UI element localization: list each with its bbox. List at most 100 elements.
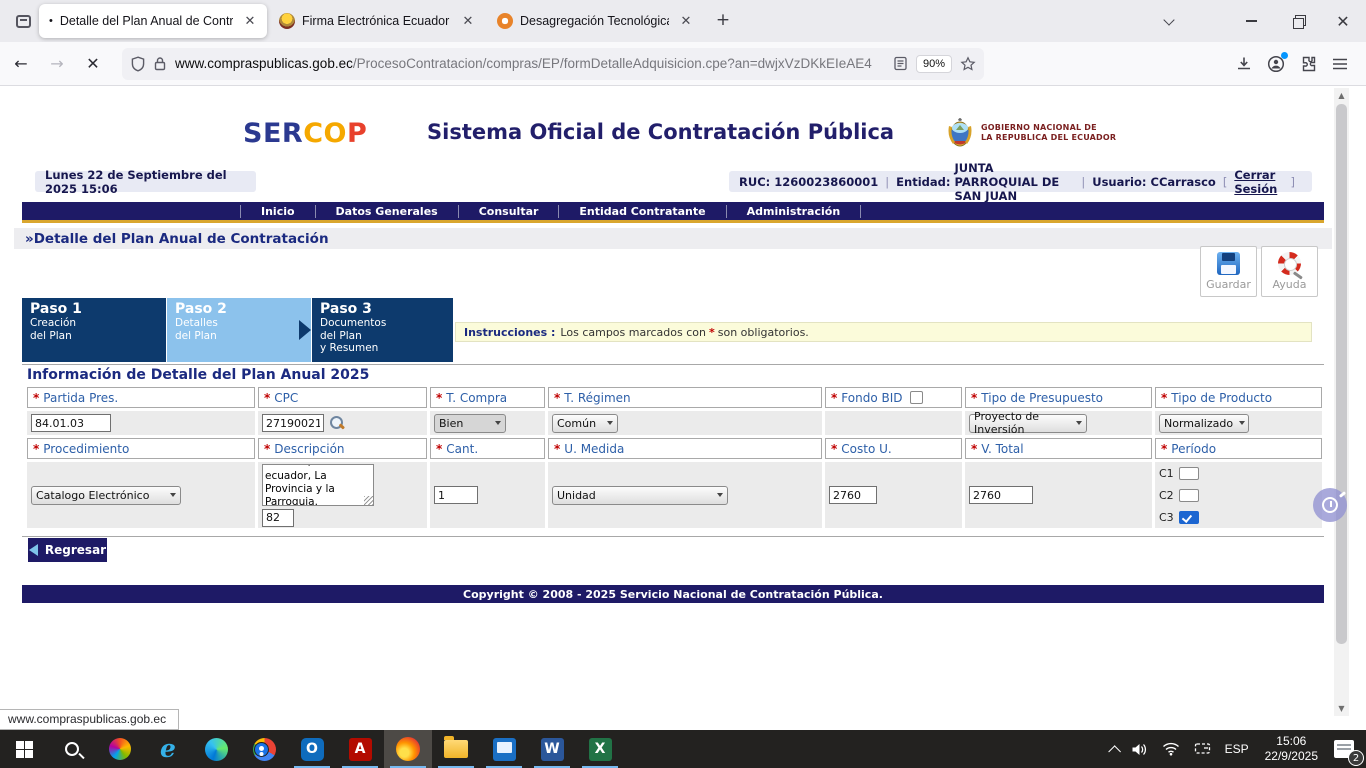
window-restore-button[interactable] bbox=[1274, 0, 1320, 42]
reader-mode-icon[interactable] bbox=[893, 56, 908, 71]
firefox-view-icon[interactable] bbox=[8, 7, 38, 35]
taskbar-outlook-button[interactable]: O bbox=[288, 730, 336, 768]
regresar-button[interactable]: Regresar bbox=[28, 538, 107, 562]
descripcion-textarea[interactable]: ecuador, La Provincia y la Parroquia. ec… bbox=[262, 464, 374, 506]
vertical-scrollbar[interactable]: ▲ ▼ bbox=[1334, 88, 1349, 716]
breadcrumb: »Detalle del Plan Anual de Contratación bbox=[25, 231, 329, 247]
taskbar-word-button[interactable]: W bbox=[528, 730, 576, 768]
tab-close-icon[interactable]: ✕ bbox=[677, 12, 695, 30]
back-button[interactable]: ← bbox=[6, 49, 36, 79]
menu-item-consultar[interactable]: Consultar bbox=[458, 205, 559, 218]
language-indicator[interactable]: ESP bbox=[1218, 730, 1256, 768]
scrollbar-thumb[interactable] bbox=[1336, 104, 1347, 644]
cpc-input[interactable] bbox=[262, 414, 324, 432]
partida-input[interactable] bbox=[31, 414, 111, 432]
c2-checkbox[interactable] bbox=[1179, 489, 1199, 502]
tab-detalle-plan[interactable]: • Detalle del Plan Anual de Contr ✕ bbox=[39, 4, 267, 38]
instructions-box: Instrucciones : Los campos marcados con … bbox=[455, 322, 1312, 342]
tipo-presupuesto-select[interactable]: Proyecto de Inversión bbox=[969, 414, 1087, 433]
step-2-current: Paso 2 Detalles del Plan bbox=[167, 298, 311, 362]
taskbar-clock[interactable]: 15:06 22/9/2025 bbox=[1256, 734, 1327, 764]
scroll-up-icon[interactable]: ▲ bbox=[1334, 88, 1349, 103]
volume-button[interactable] bbox=[1124, 730, 1155, 768]
u-medida-select[interactable]: Unidad bbox=[552, 486, 728, 505]
fondo-bid-checkbox[interactable] bbox=[910, 391, 923, 404]
scroll-down-icon[interactable]: ▼ bbox=[1334, 701, 1349, 716]
menu-hamburger-icon[interactable] bbox=[1324, 48, 1356, 80]
page-title: Sistema Oficial de Contratación Pública bbox=[427, 120, 897, 144]
url-path: /ProcesoContratacion/compras/EP/formDeta… bbox=[353, 56, 872, 71]
t-compra-select[interactable]: Bien bbox=[434, 414, 506, 433]
taskbar-excel-button[interactable]: X bbox=[576, 730, 624, 768]
taskbar-search-button[interactable] bbox=[48, 730, 96, 768]
url-text[interactable]: www.compraspublicas.gob.ec/ProcesoContra… bbox=[175, 56, 893, 71]
taskbar-edge-button[interactable] bbox=[192, 730, 240, 768]
main-menu: Inicio Datos Generales Consultar Entidad… bbox=[22, 202, 1324, 220]
step-1: Paso 1 Creación del Plan bbox=[22, 298, 166, 362]
resize-grip-icon[interactable] bbox=[364, 496, 373, 505]
status-tooltip: www.compraspublicas.gob.ec bbox=[0, 709, 179, 730]
tab-firma-electronica[interactable]: Firma Electrónica Ecuador - Firn ✕ bbox=[269, 4, 485, 38]
t-regimen-select[interactable]: Común bbox=[552, 414, 618, 433]
select-arrow-icon bbox=[607, 421, 613, 425]
bookmark-star-icon[interactable] bbox=[960, 56, 976, 72]
ayuda-button[interactable]: Ayuda bbox=[1261, 246, 1318, 297]
taskbar-internet-explorer-button[interactable]: e bbox=[144, 730, 192, 768]
account-icon[interactable] bbox=[1260, 48, 1292, 80]
tab-desagregacion[interactable]: Desagregación Tecnológica: Cál ✕ bbox=[487, 4, 703, 38]
tab-close-icon[interactable]: ✕ bbox=[459, 12, 477, 30]
taskbar-copilot-button[interactable] bbox=[96, 730, 144, 768]
url-domain: www.compraspublicas.gob.ec bbox=[175, 56, 353, 71]
tipo-producto-select[interactable]: Normalizado bbox=[1159, 414, 1249, 433]
window-close-button[interactable]: ✕ bbox=[1320, 0, 1366, 42]
notification-center-button[interactable]: 2 bbox=[1327, 730, 1366, 768]
taskbar-file-explorer-button[interactable] bbox=[432, 730, 480, 768]
logout-link[interactable]: Cerrar Sesión bbox=[1234, 168, 1283, 196]
tab-title: Desagregación Tecnológica: Cál bbox=[520, 14, 669, 28]
cantidad-input[interactable] bbox=[434, 486, 478, 504]
taskbar-photos-app-button[interactable] bbox=[480, 730, 528, 768]
guardar-button[interactable]: Guardar bbox=[1200, 246, 1257, 297]
stop-button[interactable]: ✕ bbox=[78, 49, 108, 79]
tab-title: Firma Electrónica Ecuador - Firn bbox=[302, 14, 451, 28]
menu-item-inicio[interactable]: Inicio bbox=[240, 205, 315, 218]
forward-button[interactable]: → bbox=[42, 49, 72, 79]
window-minimize-button[interactable] bbox=[1228, 0, 1274, 42]
taskbar-chrome-button[interactable] bbox=[240, 730, 288, 768]
list-all-tabs-icon[interactable] bbox=[1156, 7, 1184, 35]
costo-u-input[interactable] bbox=[829, 486, 877, 504]
cpc-search-icon[interactable] bbox=[329, 415, 345, 431]
menu-item-entidad-contratante[interactable]: Entidad Contratante bbox=[558, 205, 725, 218]
c1-checkbox[interactable] bbox=[1179, 467, 1199, 480]
wifi-button[interactable] bbox=[1155, 730, 1187, 768]
menu-item-administracion[interactable]: Administración bbox=[726, 205, 862, 218]
tab-close-icon[interactable]: ✕ bbox=[241, 12, 259, 30]
downloads-icon[interactable] bbox=[1228, 48, 1260, 80]
periodo-option-c1: C1 bbox=[1159, 462, 1199, 484]
descripcion-code-input[interactable] bbox=[262, 509, 294, 527]
taskbar-acrobat-button[interactable]: A bbox=[336, 730, 384, 768]
taskbar-firefox-button[interactable] bbox=[384, 730, 432, 768]
lock-icon[interactable] bbox=[153, 56, 167, 71]
extensions-puzzle-icon[interactable] bbox=[1292, 48, 1324, 80]
fondo-bid-value-cell bbox=[825, 411, 962, 435]
tray-expand-button[interactable] bbox=[1101, 730, 1124, 768]
excel-icon: X bbox=[589, 738, 612, 761]
tracking-shield-icon[interactable] bbox=[130, 56, 146, 72]
header-descripcion: *Descripción bbox=[258, 438, 427, 459]
screen: • Detalle del Plan Anual de Contr ✕ Firm… bbox=[0, 0, 1366, 768]
header-procedimiento: *Procedimiento bbox=[27, 438, 255, 459]
zoom-level-badge[interactable]: 90% bbox=[916, 55, 952, 73]
tray-time: 15:06 bbox=[1265, 734, 1318, 749]
new-tab-button[interactable]: + bbox=[710, 8, 736, 34]
url-bar[interactable]: www.compraspublicas.gob.ec/ProcesoContra… bbox=[122, 48, 984, 80]
c3-checkbox[interactable] bbox=[1179, 511, 1199, 524]
government-logo: GOBIERNO NACIONAL DE LA REPUBLICA DEL EC… bbox=[945, 114, 1116, 152]
v-total-input[interactable] bbox=[969, 486, 1033, 504]
menu-item-datos-generales[interactable]: Datos Generales bbox=[315, 205, 458, 218]
display-cast-button[interactable] bbox=[1187, 730, 1218, 768]
start-button[interactable] bbox=[0, 730, 48, 768]
government-logo-text: GOBIERNO NACIONAL DE LA REPUBLICA DEL EC… bbox=[981, 123, 1116, 143]
procedimiento-select[interactable]: Catalogo Electrónico bbox=[31, 486, 181, 505]
floating-extension-widget[interactable] bbox=[1313, 488, 1347, 522]
